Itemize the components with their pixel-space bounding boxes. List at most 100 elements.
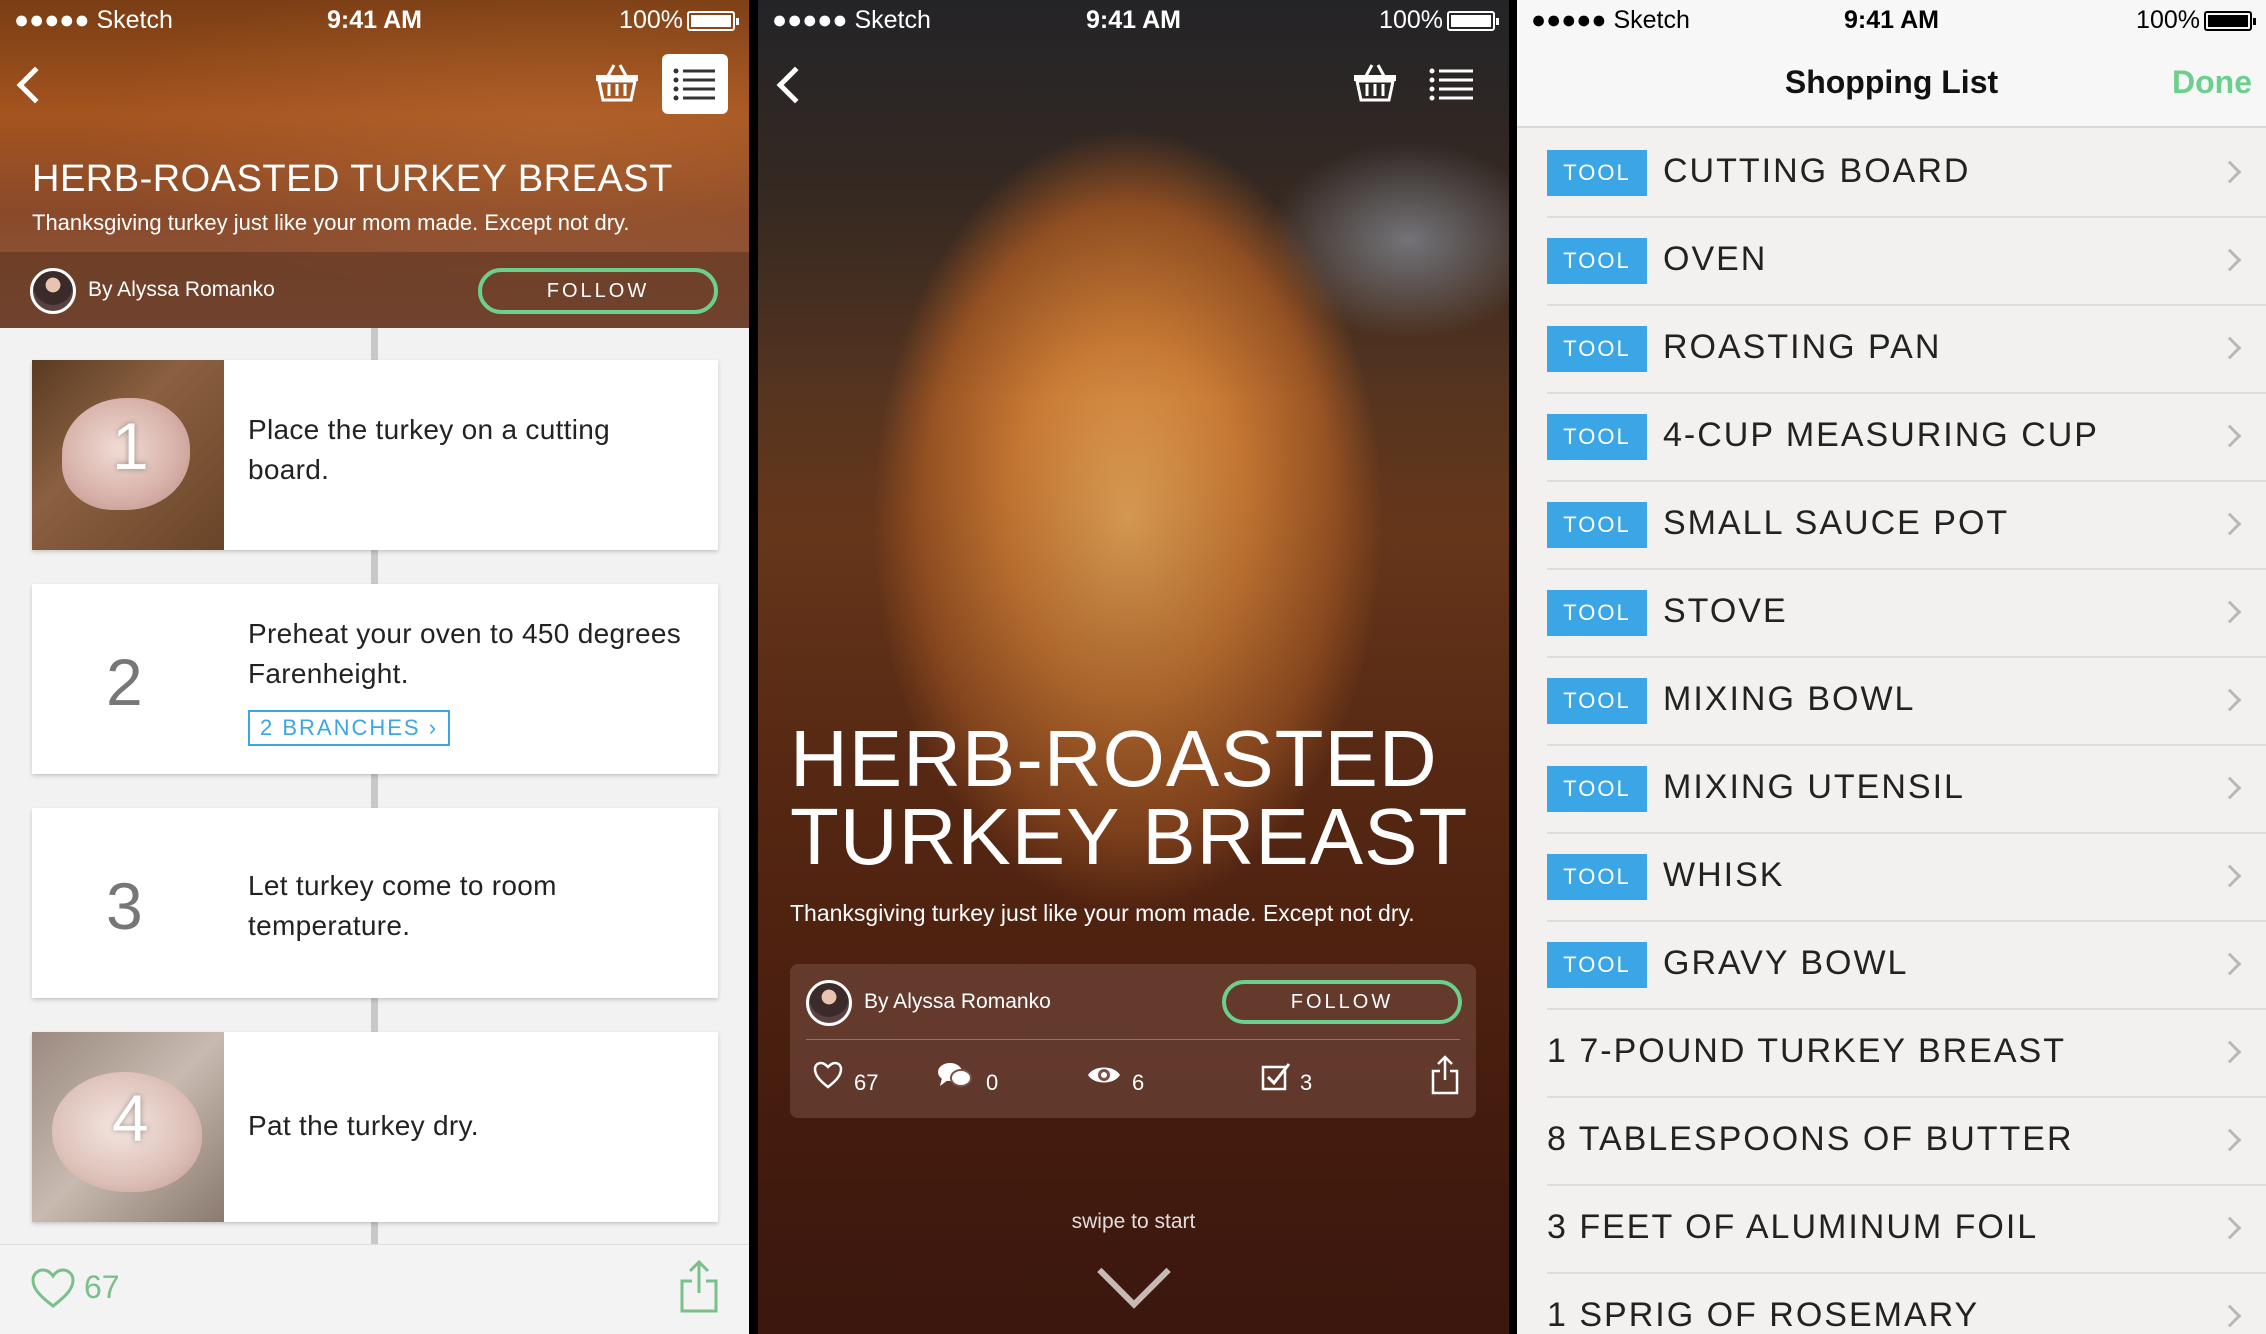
battery-label: 100% bbox=[619, 6, 683, 34]
swipe-hint: swipe to start bbox=[1071, 1210, 1196, 1233]
done-button[interactable]: Done bbox=[2172, 64, 2252, 101]
chevron-right-icon bbox=[2218, 336, 2242, 360]
list-item[interactable]: TOOL OVEN bbox=[1547, 218, 2266, 306]
nav-bar: ●●●●● Sketch 9:41 AM 100% Shopping List … bbox=[1517, 0, 2266, 128]
chevron-right-icon bbox=[2218, 1040, 2242, 1064]
list-item[interactable]: TOOL MIXING BOWL bbox=[1547, 658, 2266, 746]
recipe-info-card: By Alyssa Romanko FOLLOW 67 0 6 3 bbox=[790, 964, 1476, 1118]
comments-icon bbox=[938, 1063, 972, 1087]
tool-badge: TOOL bbox=[1547, 766, 1647, 812]
list-icon[interactable] bbox=[1428, 66, 1476, 102]
tool-badge: TOOL bbox=[1547, 590, 1647, 636]
author-bar: By Alyssa Romanko FOLLOW bbox=[0, 252, 749, 328]
checkbox-icon bbox=[1261, 1063, 1291, 1091]
step-card-4[interactable]: 4 Pat the turkey dry. bbox=[32, 1032, 718, 1222]
status-bar: ●●●●● Sketch 9:41 AM 100% bbox=[1517, 0, 2266, 40]
heart-icon bbox=[813, 1061, 843, 1089]
tool-badge: TOOL bbox=[1547, 326, 1647, 372]
chevron-right-icon bbox=[2218, 512, 2242, 536]
tool-badge: TOOL bbox=[1547, 942, 1647, 988]
battery-icon bbox=[687, 11, 739, 31]
item-name: ROASTING PAN bbox=[1663, 328, 1942, 366]
basket-icon[interactable] bbox=[594, 62, 640, 102]
list-item[interactable]: TOOL MIXING UTENSIL bbox=[1547, 746, 2266, 834]
eye-icon bbox=[1088, 1067, 1120, 1083]
chevron-right-icon bbox=[2218, 424, 2242, 448]
list-item[interactable]: TOOL STOVE bbox=[1547, 570, 2266, 658]
page-title: Shopping List bbox=[1784, 64, 1999, 100]
like-count: 67 bbox=[84, 1269, 120, 1305]
list-item[interactable]: TOOL CUTTING BOARD bbox=[1547, 130, 2266, 218]
item-name: OVEN bbox=[1663, 240, 1768, 278]
tool-badge: TOOL bbox=[1547, 150, 1647, 196]
battery-indicator: 100% bbox=[1379, 6, 1499, 35]
step-text: Place the turkey on a cutting board. bbox=[248, 414, 611, 485]
step-text: Preheat your oven to 450 degrees Farenhe… bbox=[248, 618, 682, 689]
chevron-right-icon bbox=[2218, 1304, 2242, 1328]
item-name: WHISK bbox=[1663, 856, 1785, 894]
heart-icon[interactable] bbox=[30, 1267, 76, 1309]
list-item[interactable]: 3 FEET OF ALUMINUM FOIL bbox=[1547, 1186, 2266, 1274]
avatar[interactable] bbox=[806, 980, 852, 1026]
step-card-3[interactable]: 3 Let turkey come to room temperature. bbox=[32, 808, 718, 998]
step-photo: 1 bbox=[32, 360, 224, 550]
step-number: 2 bbox=[106, 645, 143, 719]
basket-icon[interactable] bbox=[1352, 62, 1398, 102]
shopping-list: TOOL CUTTING BOARD TOOL OVEN TOOL ROASTING PA… bbox=[1517, 130, 2266, 1334]
step-card-2[interactable]: 2 Preheat your oven to 450 degrees Faren… bbox=[32, 584, 718, 774]
share-icon[interactable] bbox=[1430, 1054, 1460, 1096]
chevron-right-icon bbox=[2218, 600, 2242, 624]
recipe-subtitle: Thanksgiving turkey just like your mom m… bbox=[32, 210, 630, 235]
follow-button[interactable]: FOLLOW bbox=[478, 268, 718, 314]
item-name: STOVE bbox=[1663, 592, 1788, 630]
author-name[interactable]: By Alyssa Romanko bbox=[864, 990, 1051, 1014]
status-bar: ●●●●● Sketch 9:41 AM 100% bbox=[758, 0, 1509, 40]
item-name: 1 SPRIG OF ROSEMARY bbox=[1547, 1296, 1980, 1334]
status-bar: ●●●●● Sketch 9:41 AM 100% bbox=[0, 0, 749, 40]
avatar[interactable] bbox=[30, 268, 76, 314]
tool-badge: TOOL bbox=[1547, 502, 1647, 548]
recipe-title: HERB-ROASTED TURKEY BREAST bbox=[32, 158, 673, 200]
item-name: MIXING BOWL bbox=[1663, 680, 1916, 718]
chevron-right-icon bbox=[2218, 248, 2242, 272]
list-item[interactable]: 1 SPRIG OF ROSEMARY bbox=[1547, 1274, 2266, 1334]
battery-label: 100% bbox=[2136, 6, 2200, 34]
step-photo: 4 bbox=[32, 1032, 224, 1222]
like-count: 67 bbox=[854, 1070, 879, 1095]
author-name[interactable]: By Alyssa Romanko bbox=[88, 278, 275, 302]
view-count: 6 bbox=[1132, 1070, 1145, 1095]
chevron-right-icon bbox=[2218, 160, 2242, 184]
list-item[interactable]: TOOL SMALL SAUCE POT bbox=[1547, 482, 2266, 570]
chevron-right-icon bbox=[2218, 952, 2242, 976]
list-item[interactable]: 8 TABLESPOONS OF BUTTER bbox=[1547, 1098, 2266, 1186]
battery-label: 100% bbox=[1379, 6, 1443, 34]
battery-indicator: 100% bbox=[2136, 6, 2256, 35]
recipe-subtitle: Thanksgiving turkey just like your mom m… bbox=[790, 900, 1415, 926]
bottom-toolbar: 67 bbox=[0, 1244, 749, 1334]
step-card-1[interactable]: 1 Place the turkey on a cutting board. bbox=[32, 360, 718, 550]
step-text: Let turkey come to room temperature. bbox=[248, 870, 557, 941]
completed-count: 3 bbox=[1300, 1070, 1313, 1095]
item-name: MIXING UTENSIL bbox=[1663, 768, 1965, 806]
chevron-right-icon bbox=[2218, 864, 2242, 888]
list-item[interactable]: TOOL 4-CUP MEASURING CUP bbox=[1547, 394, 2266, 482]
chevron-right-icon bbox=[2218, 688, 2242, 712]
list-item[interactable]: 1 7-POUND TURKEY BREAST bbox=[1547, 1010, 2266, 1098]
chevron-right-icon bbox=[2218, 1216, 2242, 1240]
branches-button[interactable]: 2 BRANCHES › bbox=[248, 710, 451, 746]
item-name: 4-CUP MEASURING CUP bbox=[1663, 416, 2099, 454]
shopping-list-screen: ●●●●● Sketch 9:41 AM 100% Shopping List … bbox=[1517, 0, 2266, 1334]
list-icon bbox=[673, 68, 715, 101]
shopping-list-button[interactable] bbox=[662, 54, 728, 114]
list-item[interactable]: TOOL WHISK bbox=[1547, 834, 2266, 922]
item-name: GRAVY BOWL bbox=[1663, 944, 1909, 982]
list-item[interactable]: TOOL GRAVY BOWL bbox=[1547, 922, 2266, 1010]
divider bbox=[806, 1039, 1460, 1040]
follow-button[interactable]: FOLLOW bbox=[1222, 980, 1462, 1024]
share-icon[interactable] bbox=[678, 1259, 720, 1315]
step-number: 3 bbox=[106, 869, 143, 943]
recipe-title: HERB-ROASTED TURKEY BREAST bbox=[790, 714, 1469, 881]
step-number: 1 bbox=[112, 409, 149, 483]
list-item[interactable]: TOOL ROASTING PAN bbox=[1547, 306, 2266, 394]
tool-badge: TOOL bbox=[1547, 414, 1647, 460]
